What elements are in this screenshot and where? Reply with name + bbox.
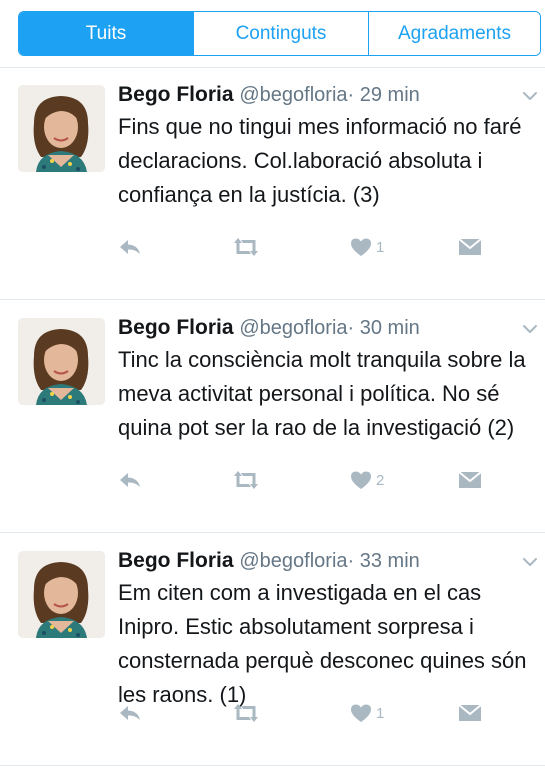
avatar[interactable]	[18, 85, 105, 172]
like-button[interactable]: 1	[350, 234, 384, 260]
retweet-button[interactable]	[231, 467, 261, 493]
heart-icon	[351, 704, 371, 722]
tweet[interactable]: Bego Floria @begofloria· 33 min Em citen…	[0, 534, 545, 766]
author-handle[interactable]: @begofloria	[239, 317, 347, 339]
chevron-down-icon[interactable]	[522, 90, 538, 102]
author-name[interactable]: Bego Floria	[118, 549, 234, 572]
tab-agradaments[interactable]: Agradaments	[368, 12, 540, 55]
profile-tabs: Tuits Continguts Agradaments	[18, 11, 541, 56]
timestamp: · 29 min	[347, 84, 420, 106]
reply-button[interactable]	[118, 700, 142, 726]
tab-tuits[interactable]: Tuits	[19, 12, 193, 55]
like-count: 1	[376, 704, 385, 722]
avatar[interactable]	[18, 318, 105, 405]
author-handle[interactable]: @begofloria	[239, 550, 347, 572]
tweet-header: Bego Floria @begofloria· 30 min	[118, 314, 420, 342]
like-button[interactable]: 1	[350, 700, 384, 726]
reply-arrow-icon	[120, 706, 140, 720]
direct-message-icon	[458, 471, 482, 488]
reply-arrow-icon	[120, 473, 140, 487]
like-button[interactable]: 2	[350, 467, 384, 493]
direct-message-button[interactable]	[458, 700, 482, 726]
direct-message-button[interactable]	[458, 234, 482, 260]
tweet[interactable]: Bego Floria @begofloria· 29 min Fins que…	[0, 68, 545, 300]
timestamp: · 33 min	[347, 550, 420, 572]
tweet-text: Fins que no tingui mes informació no far…	[118, 114, 522, 207]
divider	[0, 765, 545, 766]
divider	[0, 532, 545, 533]
heart-icon	[351, 238, 371, 256]
retweet-button[interactable]	[231, 700, 261, 726]
direct-message-icon	[458, 704, 482, 721]
tab-continguts[interactable]: Continguts	[193, 12, 368, 55]
reply-button[interactable]	[118, 234, 142, 260]
tweet-actions: 1	[118, 234, 498, 260]
tweet-text: Em citen com a investigada en el cas Ini…	[118, 580, 527, 707]
author-handle[interactable]: @begofloria	[239, 84, 347, 106]
author-name[interactable]: Bego Floria	[118, 83, 234, 106]
retweet-icon	[234, 471, 258, 489]
like-count: 1	[376, 238, 385, 256]
divider	[0, 299, 545, 300]
like-count: 2	[376, 471, 385, 489]
chevron-down-icon[interactable]	[522, 323, 538, 335]
timestamp: · 30 min	[347, 317, 420, 339]
tweet-header: Bego Floria @begofloria· 29 min	[118, 81, 420, 109]
reply-button[interactable]	[118, 467, 142, 493]
tweet-actions: 2	[118, 467, 498, 493]
avatar[interactable]	[18, 551, 105, 638]
direct-message-icon	[458, 238, 482, 255]
tweet[interactable]: Bego Floria @begofloria· 30 min Tinc la …	[0, 301, 545, 533]
chevron-down-icon[interactable]	[522, 556, 538, 568]
retweet-button[interactable]	[231, 234, 261, 260]
tweet-actions: 1	[118, 700, 498, 726]
heart-icon	[351, 471, 371, 489]
direct-message-button[interactable]	[458, 467, 482, 493]
retweet-icon	[234, 238, 258, 256]
tweet-header: Bego Floria @begofloria· 33 min	[118, 547, 420, 575]
author-name[interactable]: Bego Floria	[118, 316, 234, 339]
reply-arrow-icon	[120, 240, 140, 254]
tweet-text: Tinc la consciència molt tranquila sobre…	[118, 347, 526, 440]
retweet-icon	[234, 704, 258, 722]
